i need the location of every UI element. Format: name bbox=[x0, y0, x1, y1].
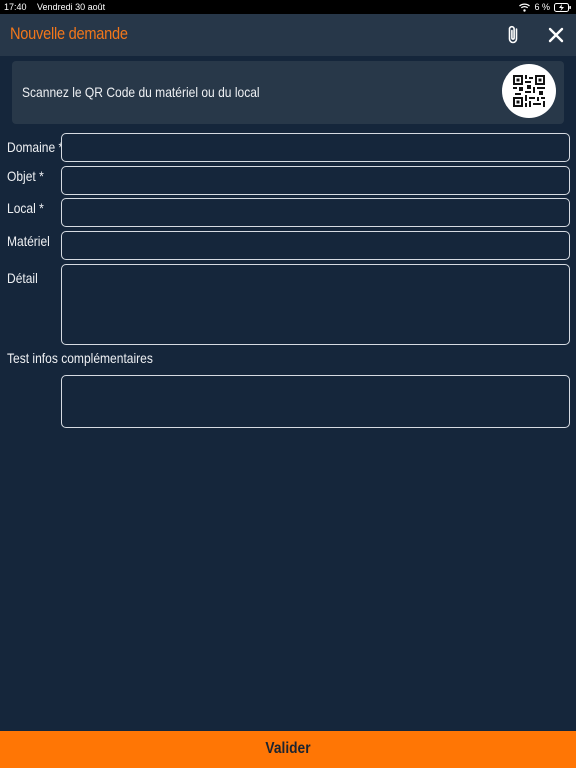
objet-field[interactable] bbox=[61, 166, 570, 195]
materiel-field[interactable] bbox=[61, 231, 570, 260]
validate-button[interactable]: Valider bbox=[0, 731, 576, 768]
status-time: 17:40 bbox=[4, 2, 27, 12]
detail-label: Détail bbox=[7, 270, 38, 286]
status-date: Vendredi 30 août bbox=[37, 2, 106, 12]
battery-charging-icon bbox=[554, 2, 572, 12]
local-label: Local * bbox=[7, 200, 44, 216]
validate-label: Valider bbox=[265, 740, 311, 757]
wifi-icon bbox=[519, 3, 531, 12]
domaine-label: Domaine * bbox=[7, 139, 64, 155]
page-title: Nouvelle demande bbox=[10, 24, 128, 43]
infos-complementaires-textarea[interactable] bbox=[61, 375, 570, 428]
infos-complementaires-label: Test infos complémentaires bbox=[7, 350, 153, 366]
close-icon bbox=[546, 27, 566, 49]
detail-textarea[interactable] bbox=[61, 264, 570, 345]
qr-scan-button[interactable] bbox=[502, 64, 556, 118]
materiel-label: Matériel bbox=[7, 233, 50, 249]
objet-label: Objet * bbox=[7, 168, 44, 184]
paperclip-icon bbox=[504, 25, 524, 50]
status-bar: 17:40 Vendredi 30 août 6 % bbox=[0, 0, 576, 14]
header-bar: Nouvelle demande bbox=[0, 14, 576, 56]
domaine-field[interactable] bbox=[61, 133, 570, 162]
battery-percent: 6 % bbox=[534, 2, 550, 12]
qr-scan-banner[interactable]: Scannez le QR Code du matériel ou du loc… bbox=[12, 61, 564, 124]
local-field[interactable] bbox=[61, 198, 570, 227]
attach-button[interactable] bbox=[504, 24, 524, 46]
close-button[interactable] bbox=[546, 25, 566, 45]
qr-scan-text: Scannez le QR Code du matériel ou du loc… bbox=[22, 84, 260, 100]
